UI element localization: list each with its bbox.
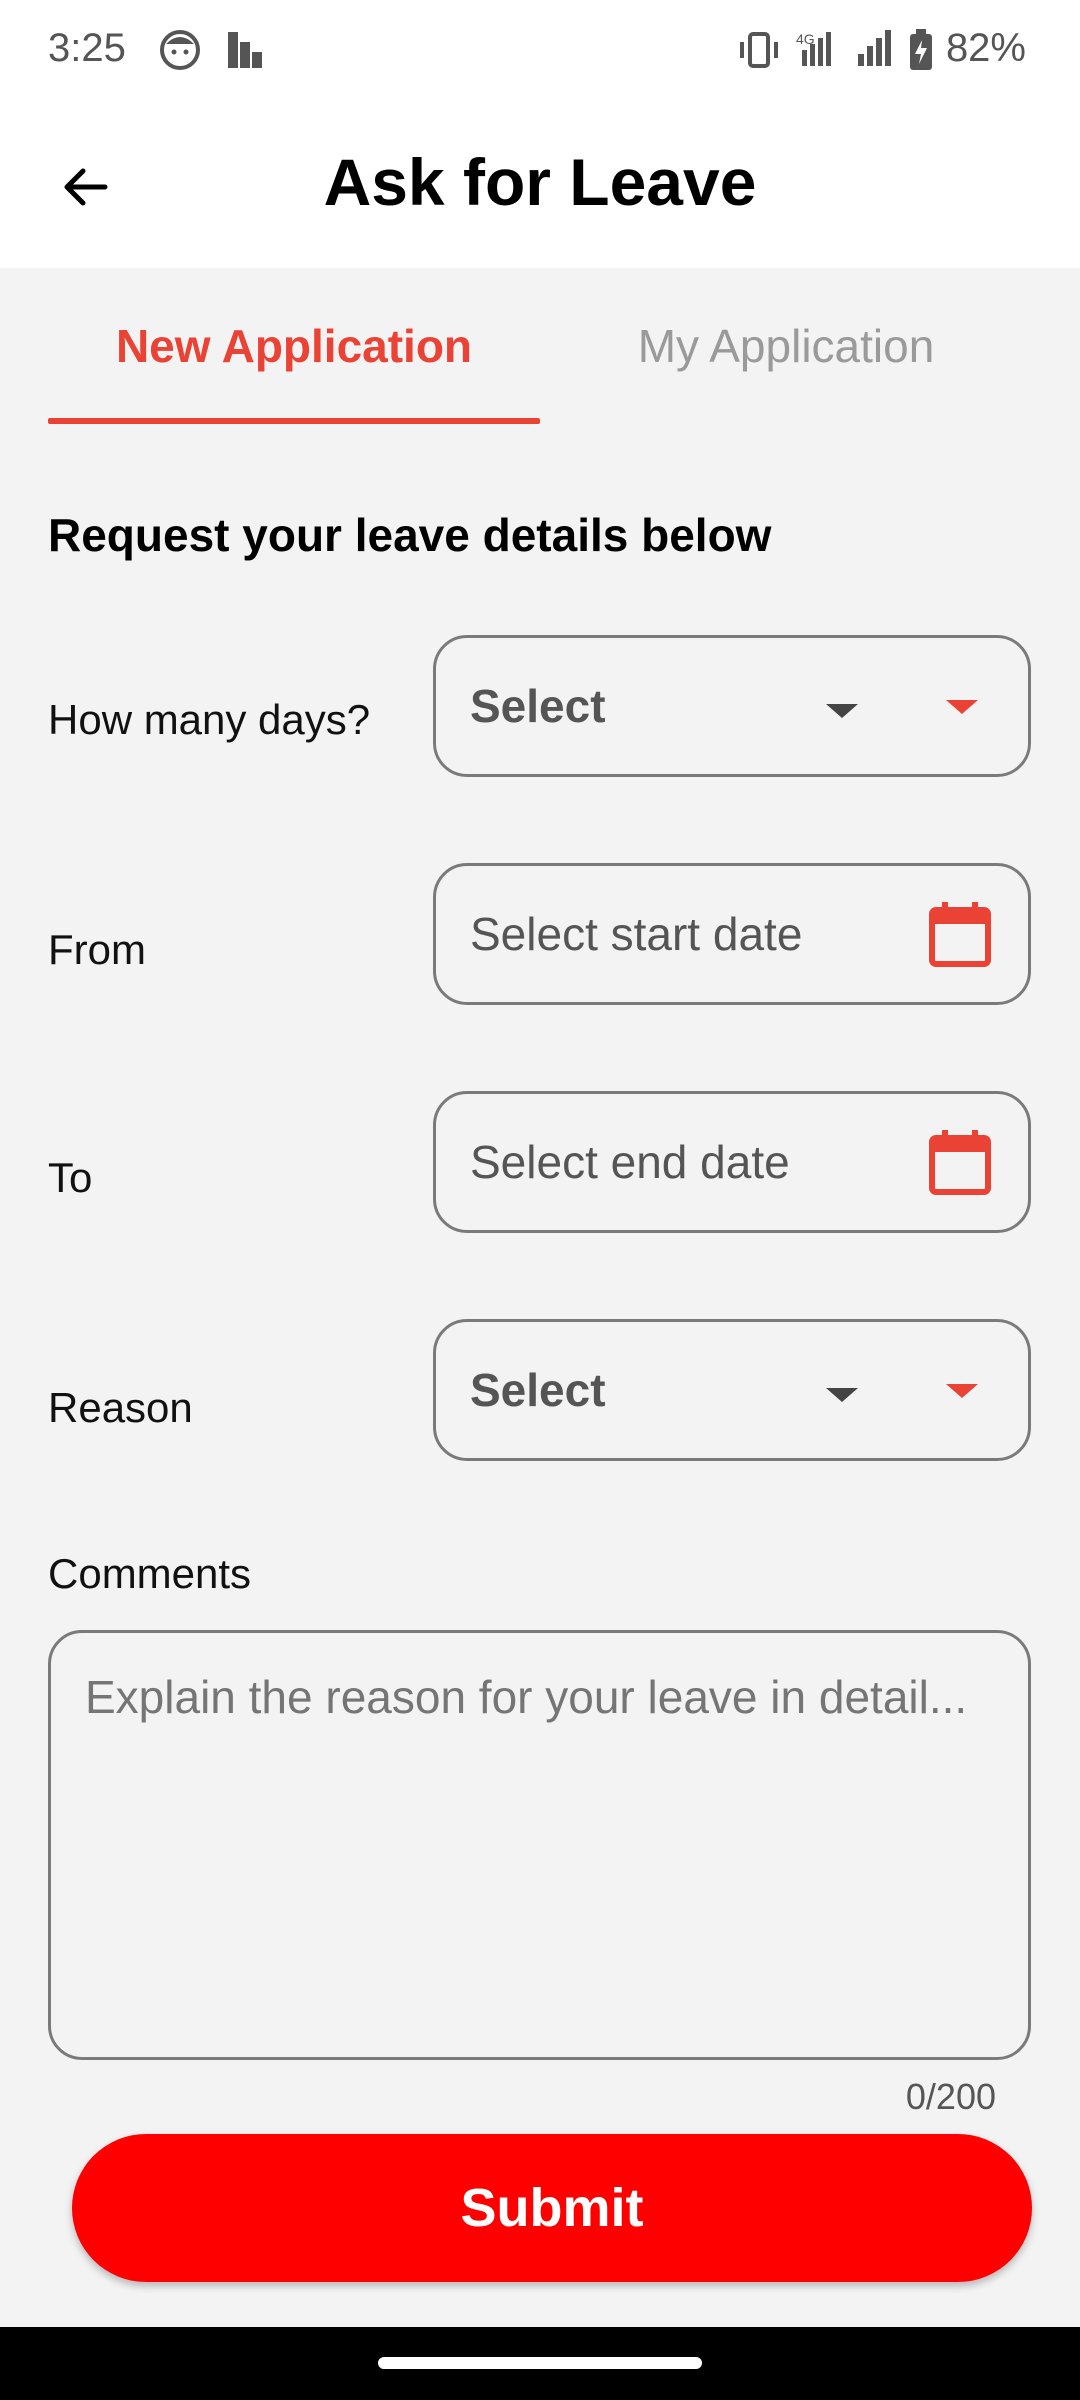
form-heading: Request your leave details below <box>48 509 772 561</box>
dropdown-arrow-icon <box>826 704 858 718</box>
reason-dropdown[interactable]: Select <box>433 1319 1031 1461</box>
active-tab-indicator <box>48 418 540 424</box>
end-date-field[interactable]: Select end date <box>433 1091 1031 1233</box>
face-notification-icon <box>158 28 202 77</box>
end-date-placeholder: Select end date <box>470 1136 790 1188</box>
to-label: To <box>48 1154 93 1201</box>
status-bar: 3:25 4G 82% <box>0 0 1080 100</box>
tab-new-application[interactable]: New Application <box>48 268 540 424</box>
page-title: Ask for Leave <box>323 145 757 219</box>
days-label: How many days? <box>48 696 371 743</box>
vibrate-icon <box>736 28 782 77</box>
reason-label: Reason <box>48 1384 193 1431</box>
submit-button[interactable]: Submit <box>72 2134 1032 2282</box>
system-navigation-bar <box>0 2327 1080 2400</box>
battery-percentage: 82% <box>945 26 1026 70</box>
calendar-icon[interactable] <box>928 1128 992 1201</box>
tab-my-application[interactable]: My Application <box>540 268 1032 424</box>
days-dropdown[interactable]: Select <box>433 635 1031 777</box>
dropdown-caret-icon <box>946 700 978 714</box>
from-label: From <box>48 926 146 973</box>
status-time: 3:25 <box>48 26 126 70</box>
calendar-icon[interactable] <box>928 900 992 973</box>
start-date-field[interactable]: Select start date <box>433 863 1031 1005</box>
dropdown-caret-icon <box>946 1384 978 1398</box>
reason-dropdown-value: Select <box>470 1364 606 1416</box>
character-counter: 0/200 <box>905 2076 996 2117</box>
app-bar: Ask for Leave <box>0 100 1080 268</box>
comments-label: Comments <box>48 1550 252 1597</box>
battery-charging-icon <box>908 28 934 77</box>
signal-icon <box>856 28 896 77</box>
dropdown-arrow-icon <box>826 1388 858 1402</box>
tab-bar: New Application My Application <box>0 268 1080 424</box>
signal-4g-icon: 4G <box>796 28 852 77</box>
comments-textarea[interactable] <box>48 1630 1031 2060</box>
start-date-placeholder: Select start date <box>470 908 803 960</box>
stats-notification-icon <box>224 28 268 77</box>
home-gesture-handle[interactable] <box>378 2357 702 2369</box>
days-dropdown-value: Select <box>470 680 606 732</box>
